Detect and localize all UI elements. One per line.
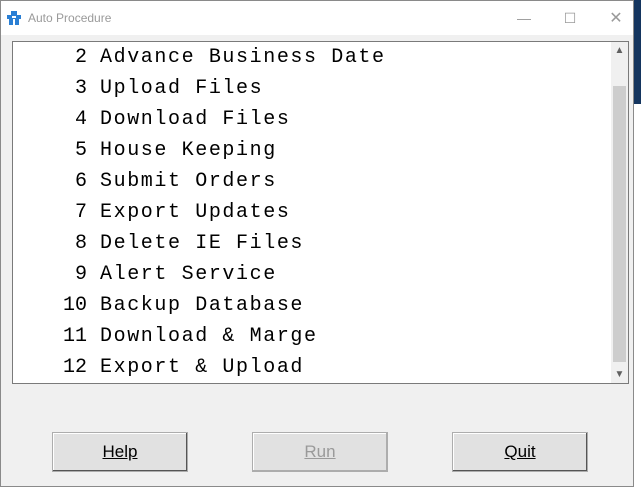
app-icon bbox=[7, 11, 21, 25]
list-item-label: Advance Business Date bbox=[100, 46, 386, 69]
list-item-number: 4 bbox=[74, 108, 87, 131]
list-item[interactable]: 7 Export Updates bbox=[13, 197, 609, 228]
window-title: Auto Procedure bbox=[28, 11, 112, 25]
list-item-label: Submit Orders bbox=[100, 170, 277, 193]
auto-procedure-window: Auto Procedure — ☐ ✕ 2 Advance Business … bbox=[0, 0, 634, 487]
minimize-button[interactable]: — bbox=[501, 1, 547, 35]
quit-button[interactable]: Quit bbox=[452, 432, 588, 472]
list-item[interactable]: 2 Advance Business Date bbox=[13, 42, 609, 73]
list-item-label: Delete IE Files bbox=[100, 232, 305, 255]
list-item[interactable]: 4 Download Files bbox=[13, 104, 609, 135]
help-button[interactable]: Help bbox=[52, 432, 188, 472]
vertical-scrollbar[interactable]: ▲ ▼ bbox=[611, 42, 628, 383]
scroll-down-button[interactable]: ▼ bbox=[611, 366, 628, 383]
list-item[interactable]: 8 Delete IE Files bbox=[13, 228, 609, 259]
close-button[interactable]: ✕ bbox=[593, 1, 639, 35]
list-item-number: 5 bbox=[74, 139, 87, 162]
run-button[interactable]: Run bbox=[252, 432, 388, 472]
list-item-label: Export Updates bbox=[100, 201, 291, 224]
list-item-label: Alert Service bbox=[100, 263, 277, 286]
list-item[interactable]: 9 Alert Service bbox=[13, 259, 609, 290]
list-item-number: 12 bbox=[62, 356, 87, 379]
list-item[interactable]: 10 Backup Database bbox=[13, 290, 609, 321]
list-item[interactable]: 6 Submit Orders bbox=[13, 166, 609, 197]
list-item-label: Export & Upload bbox=[100, 356, 305, 379]
procedure-listbox[interactable]: 2 Advance Business Date 3 Upload Files 4… bbox=[12, 41, 629, 384]
list-item-number: 11 bbox=[62, 325, 87, 348]
list-item-number: 10 bbox=[62, 294, 87, 317]
desktop-background bbox=[634, 0, 641, 487]
list-item-label: House Keeping bbox=[100, 139, 277, 162]
maximize-icon: ☐ bbox=[563, 9, 577, 26]
list-item-label: Backup Database bbox=[100, 294, 305, 317]
title-bar[interactable]: Auto Procedure — ☐ ✕ bbox=[1, 1, 633, 35]
maximize-button[interactable]: ☐ bbox=[547, 1, 593, 35]
close-icon: ✕ bbox=[609, 10, 623, 27]
list-item-number: 3 bbox=[74, 77, 87, 100]
list-item-number: 6 bbox=[74, 170, 87, 193]
list-item-number: 9 bbox=[74, 263, 87, 286]
list-item-number: 8 bbox=[74, 232, 87, 255]
scroll-up-button[interactable]: ▲ bbox=[611, 42, 628, 59]
list-item-label: Upload Files bbox=[100, 77, 264, 100]
minimize-icon: — bbox=[517, 10, 531, 26]
list-item[interactable]: 5 House Keeping bbox=[13, 135, 609, 166]
list-item-label: Download Files bbox=[100, 108, 291, 131]
procedure-list: 2 Advance Business Date 3 Upload Files 4… bbox=[13, 42, 609, 383]
list-item-label: Download & Marge bbox=[100, 325, 318, 348]
chevron-down-icon: ▼ bbox=[614, 369, 625, 380]
chevron-up-icon: ▲ bbox=[614, 45, 625, 56]
list-item[interactable]: 12 Export & Upload bbox=[13, 352, 609, 383]
list-item-number: 7 bbox=[74, 201, 87, 224]
list-item[interactable]: 11 Download & Marge bbox=[13, 321, 609, 352]
list-item-number: 2 bbox=[74, 46, 87, 69]
scrollbar-thumb[interactable] bbox=[613, 86, 626, 362]
list-item[interactable]: 3 Upload Files bbox=[13, 73, 609, 104]
